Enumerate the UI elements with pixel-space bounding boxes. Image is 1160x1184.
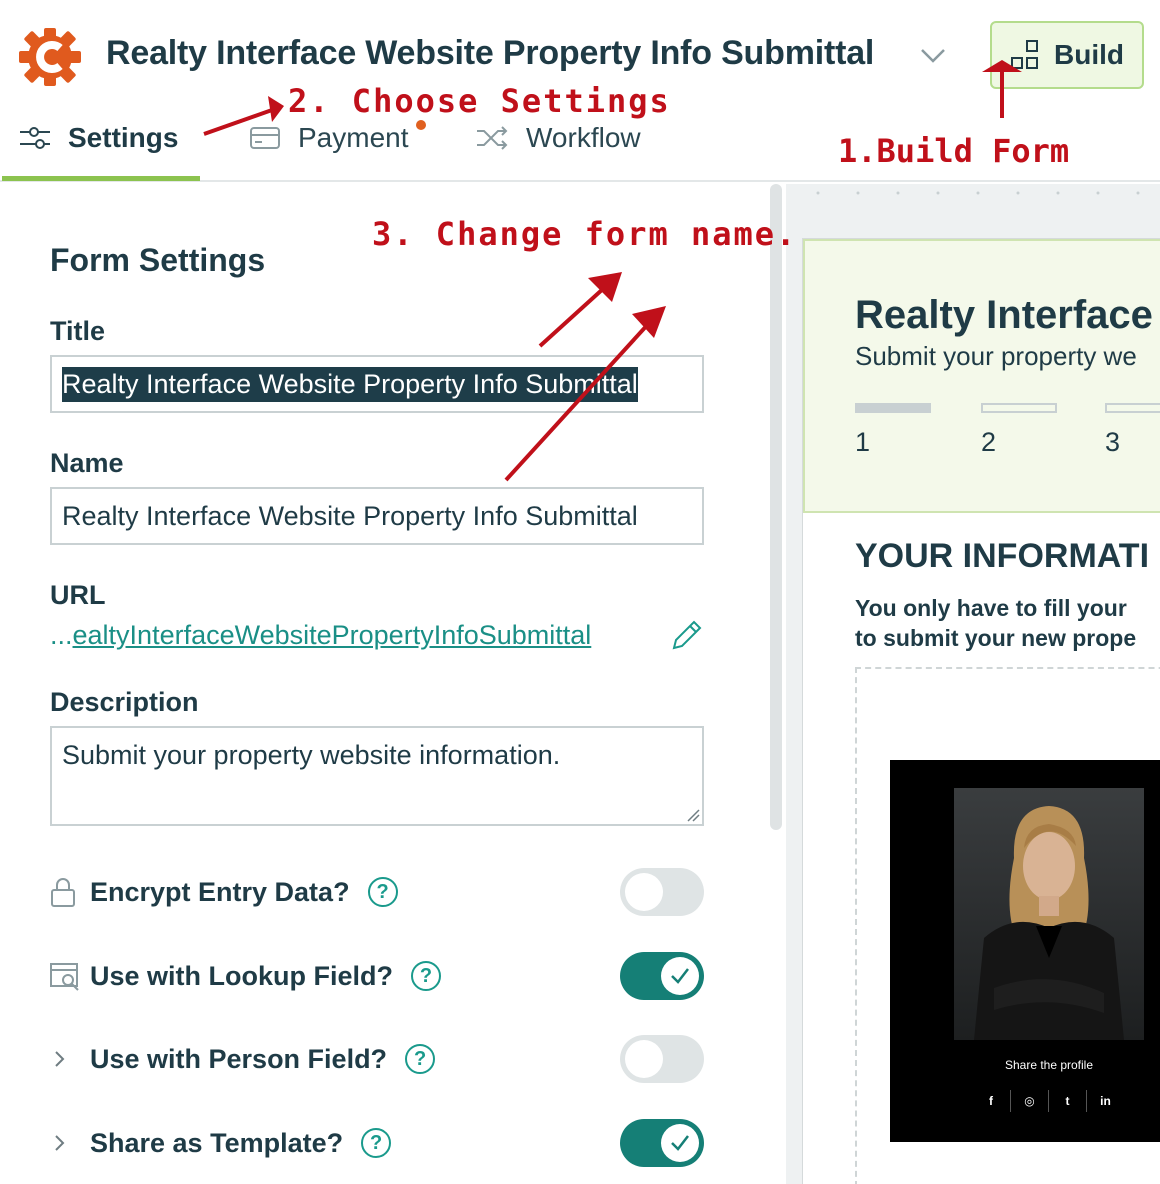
chevron-down-icon[interactable]	[918, 40, 948, 70]
build-button[interactable]: Build	[990, 21, 1144, 89]
form-title[interactable]: Realty Interface Website Property Info S…	[106, 34, 874, 73]
person-field-row: Use with Person Field? ?	[50, 1034, 710, 1084]
preview-section-title: YOUR INFORMATI	[855, 537, 1150, 575]
checkmark-icon	[671, 968, 689, 984]
share-template-label: Share as Template?	[90, 1127, 344, 1158]
annotation-choose-settings: 2. Choose Settings	[288, 82, 671, 120]
form-url-link[interactable]: ...ealtyInterfaceWebsitePropertyInfoSubm…	[50, 620, 591, 651]
tab-workflow-label: Workflow	[526, 122, 641, 153]
preview-intro-text: You only have to fill your to submit you…	[855, 593, 1136, 653]
scrollbar[interactable]	[770, 184, 782, 830]
url-ellipsis: ...	[50, 620, 73, 650]
name-label: Name	[50, 448, 124, 478]
help-icon[interactable]: ?	[361, 1128, 392, 1158]
tab-payment[interactable]: Payment	[250, 116, 409, 160]
checkmark-icon	[671, 1135, 689, 1151]
chevron-right-icon[interactable]	[50, 1047, 70, 1071]
person-field-toggle[interactable]	[620, 1035, 704, 1083]
preview-subtitle: Submit your property we	[855, 341, 1137, 371]
facebook-icon[interactable]: f	[972, 1090, 1010, 1112]
encrypt-entry-toggle[interactable]	[620, 868, 704, 916]
name-input[interactable]: Realty Interface Website Property Info S…	[50, 487, 704, 545]
chevron-right-icon[interactable]	[50, 1131, 70, 1155]
form-settings-heading: Form Settings	[50, 242, 266, 278]
step-number[interactable]: 2	[981, 427, 996, 458]
toggle-knob	[661, 1124, 699, 1162]
toggle-knob	[625, 873, 663, 911]
step-number[interactable]: 1	[855, 427, 870, 458]
lookup-field-toggle[interactable]	[620, 952, 704, 1000]
preview-title: Realty Interface	[855, 293, 1153, 337]
preview-intro-line: You only have to fill your	[855, 595, 1127, 621]
title-label: Title	[50, 316, 106, 346]
annotation-build-form: 1.Build Form	[838, 132, 1070, 170]
url-label: URL	[50, 580, 106, 610]
tab-settings-label: Settings	[68, 122, 179, 153]
toggle-knob	[661, 957, 699, 995]
share-profile-text: Share the profile	[1004, 1058, 1094, 1072]
tab-workflow[interactable]: Workflow	[476, 116, 641, 160]
step-progress-bar	[981, 403, 1057, 413]
portrait-illustration	[974, 806, 1124, 1040]
title-input[interactable]: Realty Interface Website Property Info S…	[50, 355, 704, 413]
share-template-toggle[interactable]	[620, 1119, 704, 1167]
description-label: Description	[50, 687, 199, 717]
twitter-icon[interactable]: t	[1048, 1090, 1086, 1112]
step-progress-bar	[1105, 403, 1160, 413]
build-button-label: Build	[1054, 39, 1124, 70]
title-input-value: Realty Interface Website Property Info S…	[62, 366, 638, 402]
name-input-value: Realty Interface Website Property Info S…	[62, 500, 638, 531]
help-icon[interactable]: ?	[367, 877, 398, 907]
lookup-field-label: Use with Lookup Field?	[90, 960, 393, 991]
description-textarea[interactable]: Submit your property website information…	[50, 726, 704, 826]
preview-form-header: Realty Interface Submit your property we…	[803, 239, 1160, 513]
tab-settings[interactable]: Settings	[20, 116, 178, 160]
profile-card-image: Share the profile f ◎ t in	[890, 760, 1160, 1142]
sliders-icon	[20, 127, 50, 149]
linkedin-icon[interactable]: in	[1086, 1090, 1124, 1112]
preview-intro-line: to submit your new prope	[855, 625, 1137, 651]
edit-pencil-icon[interactable]	[668, 618, 704, 654]
description-value: Submit your property website information…	[62, 740, 561, 770]
encrypt-entry-label: Encrypt Entry Data?	[90, 876, 350, 907]
profile-portrait	[954, 788, 1144, 1040]
logo-gear-icon	[19, 28, 81, 86]
url-text: ealtyInterfaceWebsitePropertyInfoSubmitt…	[72, 620, 592, 650]
lock-icon	[51, 878, 75, 907]
shuffle-icon	[477, 126, 508, 150]
resize-handle-icon[interactable]	[686, 808, 700, 822]
active-tab-indicator	[2, 176, 200, 181]
annotation-change-name: 3. Change form name.	[372, 215, 798, 253]
help-icon[interactable]: ?	[405, 1044, 436, 1074]
credit-card-icon	[250, 127, 280, 149]
lookup-icon	[50, 963, 79, 991]
step-progress-bar	[855, 403, 931, 413]
lookup-field-row: Use with Lookup Field? ?	[50, 951, 710, 1001]
blocks-icon	[1011, 40, 1038, 69]
help-icon[interactable]: ?	[411, 961, 441, 991]
person-field-label: Use with Person Field?	[90, 1043, 388, 1074]
instagram-icon[interactable]: ◎	[1010, 1090, 1048, 1112]
step-number[interactable]: 3	[1105, 427, 1120, 458]
tab-payment-label: Payment	[298, 122, 409, 153]
share-template-row: Share as Template? ?	[50, 1118, 710, 1168]
encrypt-entry-row: Encrypt Entry Data? ?	[50, 867, 710, 917]
preview-ruler-dots	[816, 191, 1140, 195]
toggle-knob	[625, 1040, 663, 1078]
payment-notification-dot	[416, 120, 426, 130]
